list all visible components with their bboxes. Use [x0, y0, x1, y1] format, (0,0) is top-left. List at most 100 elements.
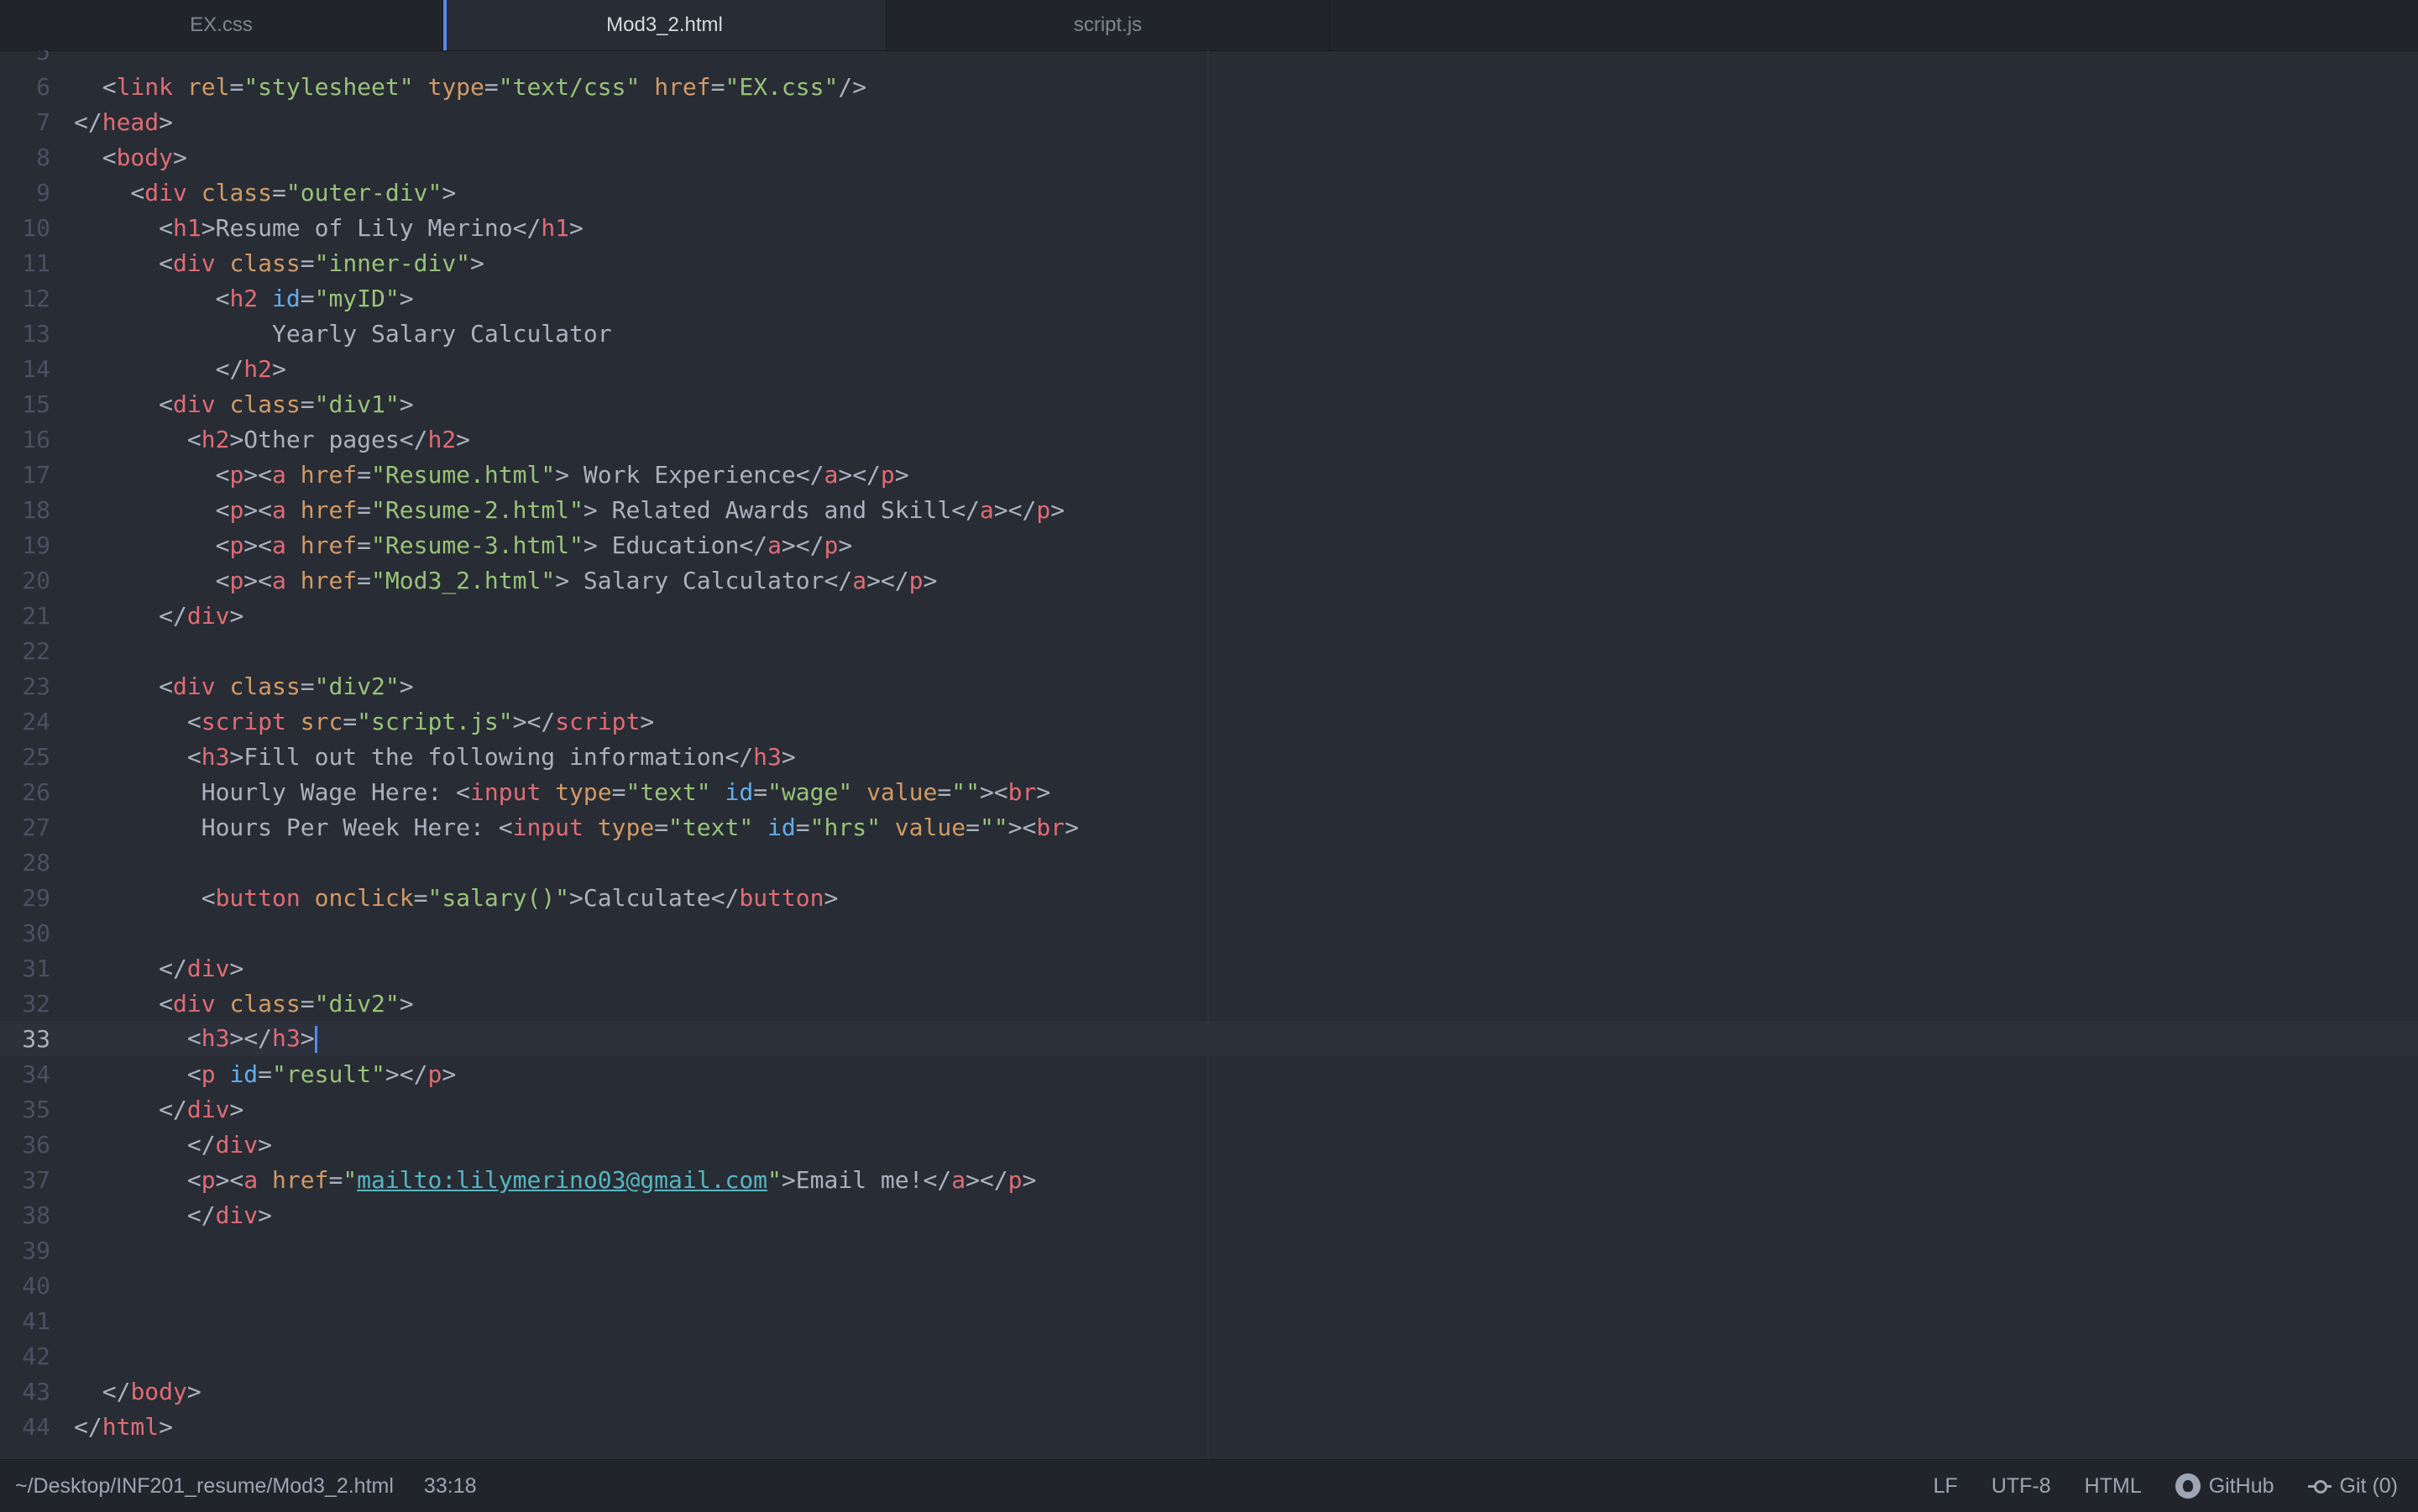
- code-token: <: [456, 777, 471, 806]
- code-line[interactable]: 37 <p><a href="mailto:lilymerino03@gmail…: [0, 1162, 2418, 1197]
- github-icon: [2175, 1473, 2201, 1499]
- code-text: <h3></h3>: [74, 1024, 317, 1053]
- code-token: p: [201, 1059, 216, 1088]
- git-commit-icon: [2307, 1480, 2332, 1494]
- code-text: </div>: [74, 1201, 272, 1229]
- encoding[interactable]: UTF-8: [1991, 1474, 2051, 1499]
- tab-mod3-2-html[interactable]: Mod3_2.html: [443, 0, 887, 50]
- code-line[interactable]: 8 <body>: [0, 139, 2418, 175]
- code-line[interactable]: 32 <div class="div2">: [0, 986, 2418, 1021]
- code-line[interactable]: 12 <h2 id="myID">: [0, 280, 2418, 316]
- code-token: type: [597, 813, 655, 841]
- code-line[interactable]: 35 </div>: [0, 1091, 2418, 1127]
- line-number: 13: [22, 319, 50, 348]
- line-number: 34: [22, 1059, 50, 1088]
- line-number: 44: [22, 1412, 50, 1441]
- code-line[interactable]: 5: [0, 50, 2418, 69]
- github-button[interactable]: GitHub: [2175, 1473, 2274, 1499]
- code-token: <: [74, 495, 230, 524]
- tab-script-js[interactable]: script.js: [887, 0, 1330, 50]
- code-line[interactable]: 42: [0, 1338, 2418, 1373]
- code-line[interactable]: 26 Hourly Wage Here: <input type="text" …: [0, 774, 2418, 809]
- code-token: src: [300, 707, 343, 735]
- code-line[interactable]: 43 </body>: [0, 1373, 2418, 1409]
- code-line[interactable]: 16 <h2>Other pages</h2>: [0, 421, 2418, 457]
- tab-ex-css[interactable]: EX.css: [0, 0, 443, 50]
- code-token: >: [159, 107, 174, 136]
- code-token: =: [357, 566, 372, 594]
- code-token: id: [229, 1059, 259, 1088]
- code-token: type: [555, 777, 612, 806]
- code-token: button: [215, 883, 301, 912]
- code-token: ></: [229, 1024, 273, 1052]
- code-line[interactable]: 44 </html>: [0, 1409, 2418, 1444]
- code-token: class: [201, 178, 273, 207]
- code-token: >: [173, 143, 187, 171]
- code-token: p: [201, 1165, 216, 1194]
- code-line[interactable]: 7 </head>: [0, 104, 2418, 139]
- code-line[interactable]: 28: [0, 845, 2418, 880]
- code-text: </html>: [74, 1413, 173, 1441]
- code-token: <: [74, 707, 202, 735]
- code-token: html: [102, 1412, 160, 1441]
- code-line[interactable]: 40: [0, 1268, 2418, 1303]
- code-line[interactable]: 22: [0, 633, 2418, 668]
- code-line[interactable]: 18 <p><a href="Resume-2.html"> Related A…: [0, 492, 2418, 527]
- code-line[interactable]: 33 <h3></h3>: [0, 1021, 2418, 1056]
- code-line[interactable]: 6 <link rel="stylesheet" type="text/css"…: [0, 69, 2418, 104]
- code-line[interactable]: 13 Yearly Salary Calculator: [0, 316, 2418, 351]
- code-line[interactable]: 17 <p><a href="Resume.html"> Work Experi…: [0, 457, 2418, 492]
- code-line[interactable]: 41: [0, 1303, 2418, 1338]
- file-path[interactable]: ~/Desktop/INF201_resume/Mod3_2.html: [15, 1474, 394, 1499]
- code-token: >: [229, 1095, 244, 1123]
- code-token: "outer-div": [285, 178, 442, 207]
- git-button[interactable]: Git (0): [2307, 1474, 2398, 1499]
- code-line[interactable]: 30: [0, 915, 2418, 950]
- code-line[interactable]: 20 <p><a href="Mod3_2.html"> Salary Calc…: [0, 562, 2418, 598]
- code-token: <: [74, 1165, 202, 1194]
- code-token: div: [173, 390, 216, 418]
- code-token: =: [937, 777, 952, 806]
- code-token: div: [215, 1201, 259, 1229]
- code-line[interactable]: 11 <div class="inner-div">: [0, 245, 2418, 280]
- code-line[interactable]: 10 <h1>Resume of Lily Merino</h1>: [0, 210, 2418, 245]
- code-token: div: [144, 178, 187, 207]
- code-line[interactable]: 25 <h3>Fill out the following informatio…: [0, 739, 2418, 774]
- code-token: p: [908, 566, 924, 594]
- line-number: 39: [22, 1236, 50, 1264]
- code-token: h3: [201, 742, 230, 771]
- code-line[interactable]: 38 </div>: [0, 1197, 2418, 1232]
- line-number: 37: [22, 1165, 50, 1194]
- code-line[interactable]: 31 </div>: [0, 950, 2418, 986]
- code-line[interactable]: 23 <div class="div2">: [0, 668, 2418, 704]
- cursor-position[interactable]: 33:18: [424, 1474, 477, 1499]
- code-line[interactable]: 15 <div class="div1">: [0, 386, 2418, 421]
- code-line[interactable]: 21 </div>: [0, 598, 2418, 633]
- code-line[interactable]: 36 </div>: [0, 1127, 2418, 1162]
- code-token: </: [74, 601, 187, 630]
- code-editor[interactable]: 56 <link rel="stylesheet" type="text/css…: [0, 50, 2418, 1459]
- line-ending[interactable]: LF: [1934, 1474, 1958, 1499]
- code-line[interactable]: 34 <p id="result"></p>: [0, 1056, 2418, 1091]
- code-lines[interactable]: 56 <link rel="stylesheet" type="text/css…: [0, 50, 2418, 1444]
- grammar[interactable]: HTML: [2085, 1474, 2142, 1499]
- code-token: >: [229, 601, 244, 630]
- code-line[interactable]: 29 <button onclick="salary()">Calculate<…: [0, 880, 2418, 915]
- code-token: div: [186, 1095, 230, 1123]
- code-token: input: [470, 777, 542, 806]
- code-line[interactable]: 14 </h2>: [0, 351, 2418, 386]
- code-token: body: [116, 143, 174, 171]
- code-line[interactable]: 27 Hours Per Week Here: <input type="tex…: [0, 809, 2418, 845]
- line-number: 7: [36, 107, 50, 136]
- code-line[interactable]: 24 <script src="script.js"></script>: [0, 704, 2418, 739]
- code-line[interactable]: 39: [0, 1232, 2418, 1268]
- code-text: </h2>: [74, 355, 286, 383]
- code-line[interactable]: 9 <div class="outer-div">: [0, 175, 2418, 210]
- code-token: ><: [1008, 813, 1037, 841]
- code-line[interactable]: 19 <p><a href="Resume-3.html"> Education…: [0, 527, 2418, 562]
